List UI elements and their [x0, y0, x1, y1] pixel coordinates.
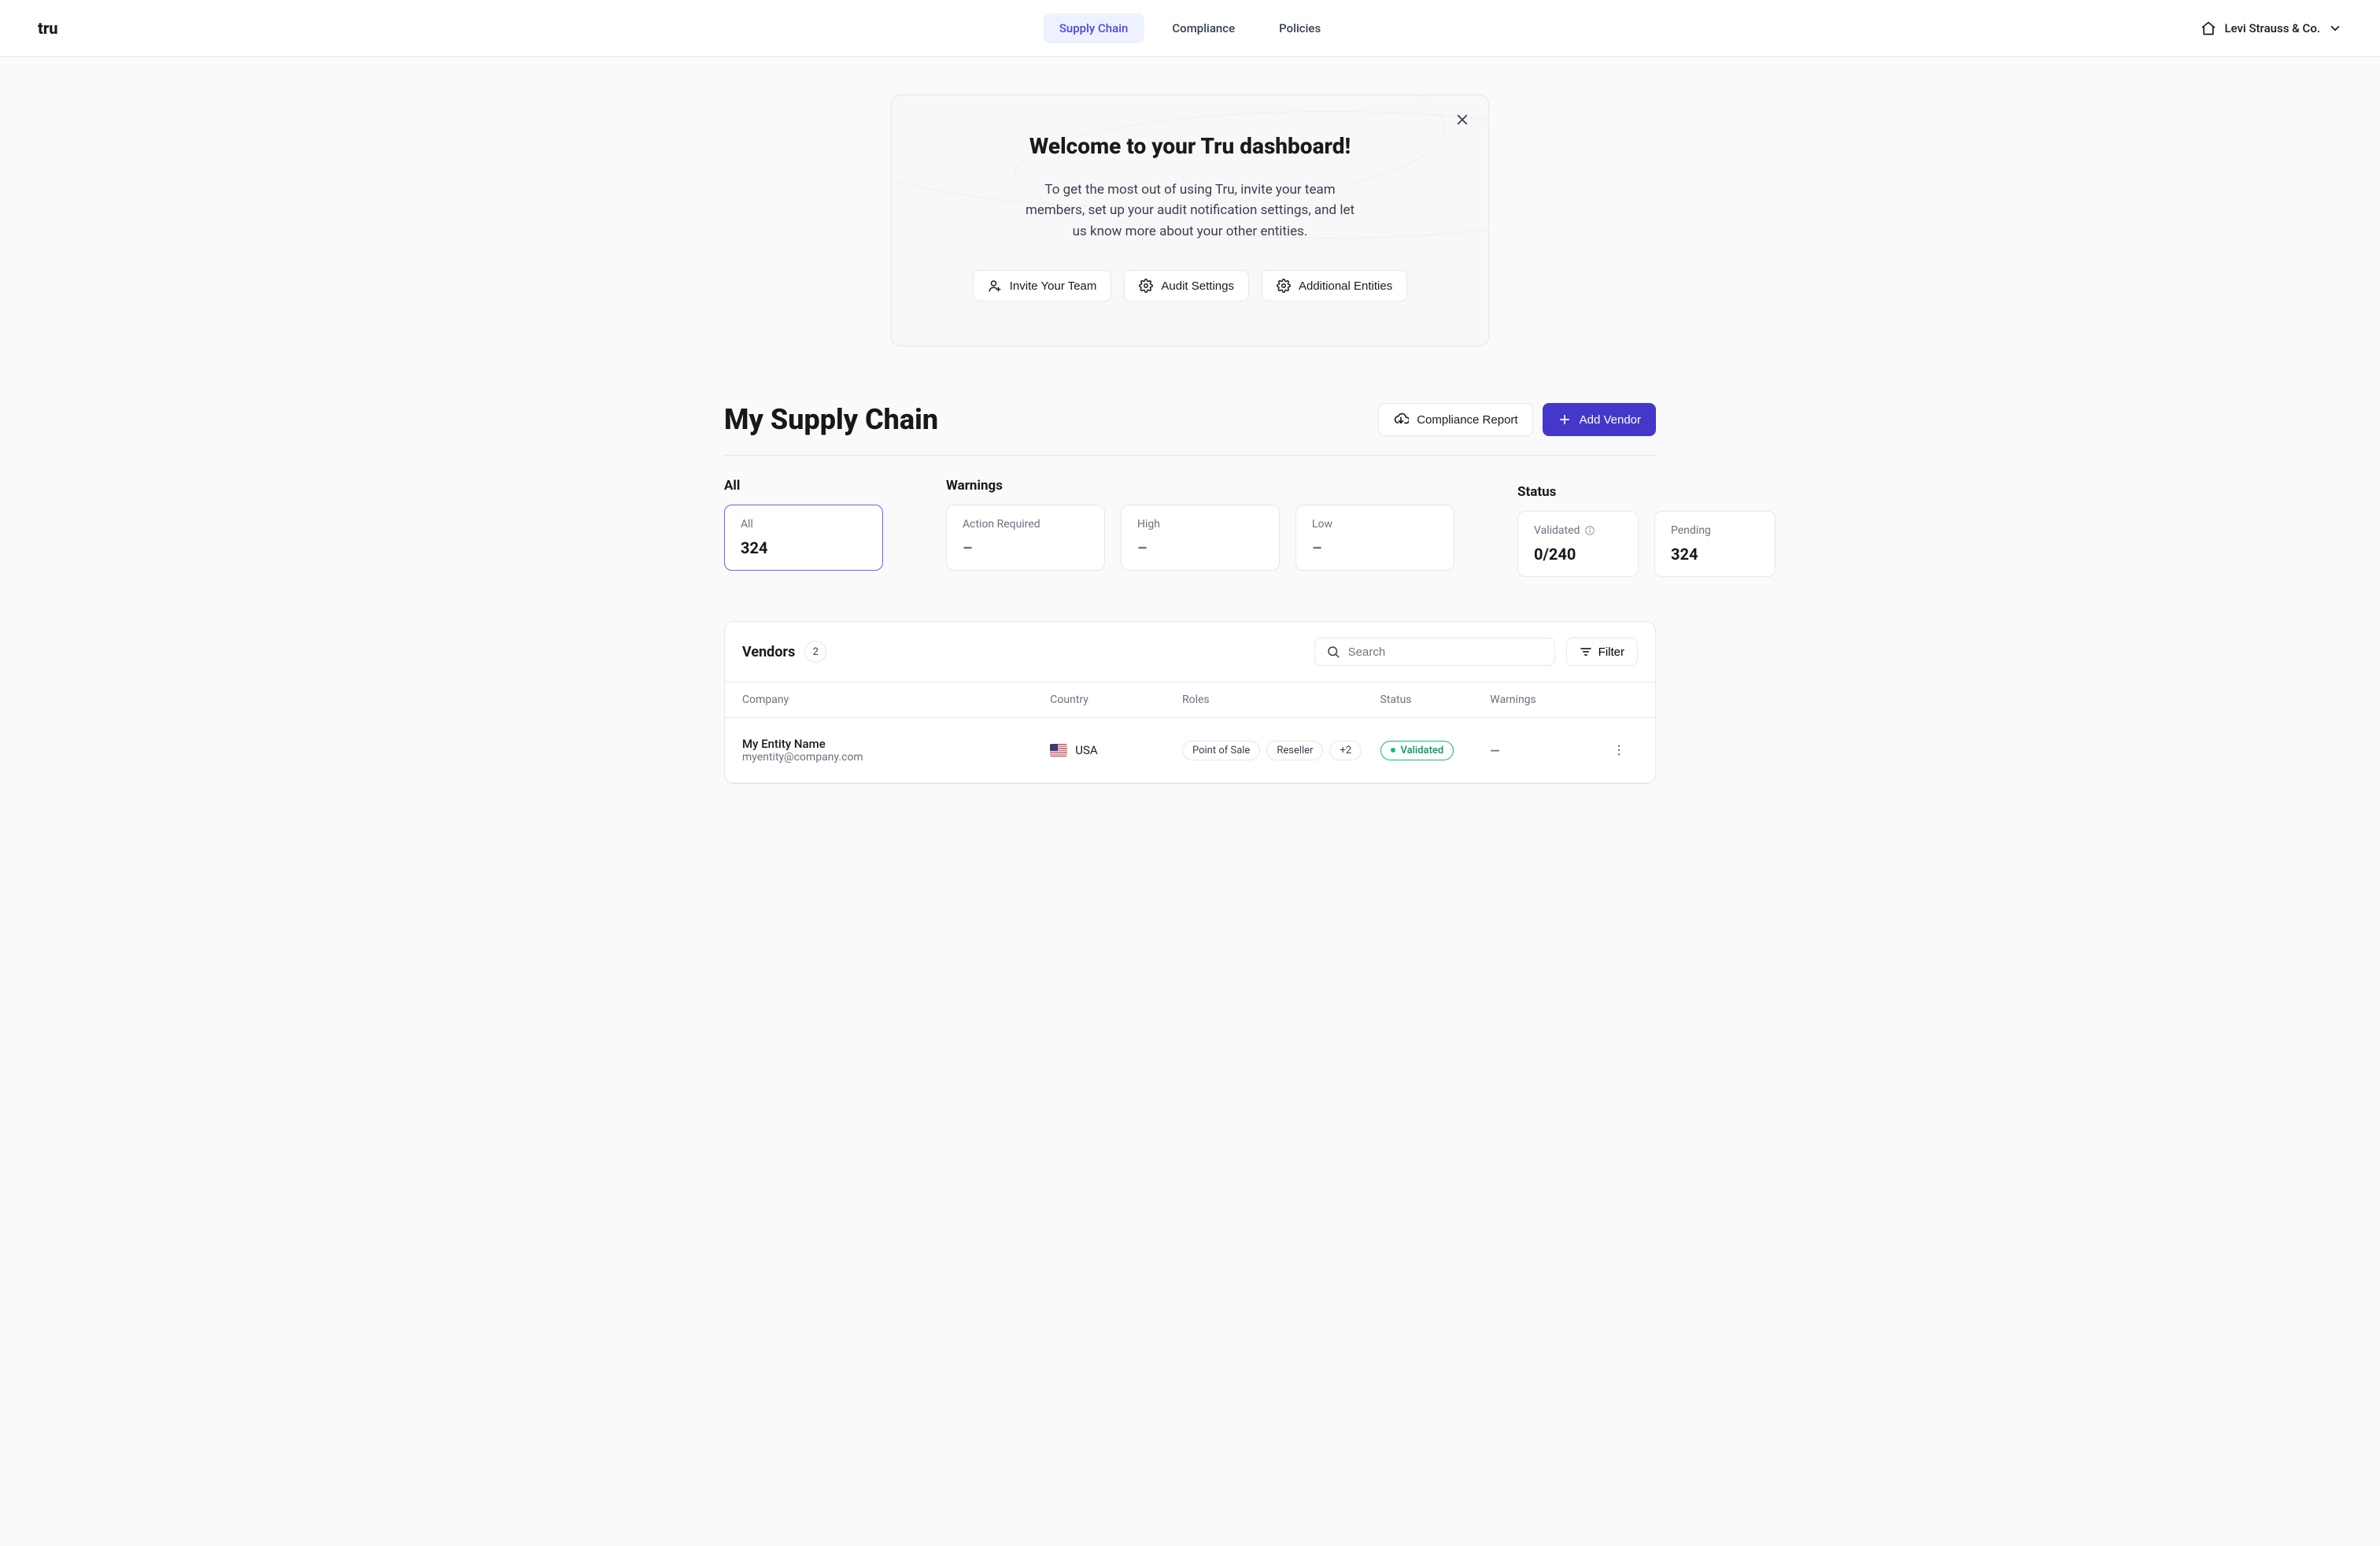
- page-title: My Supply Chain: [724, 403, 938, 436]
- stat-card-validated[interactable]: Validated 0/240: [1517, 511, 1639, 577]
- stat-low-label: Low: [1312, 518, 1438, 531]
- company-dropdown[interactable]: Levi Strauss & Co.: [2201, 20, 2342, 36]
- stat-card-pending[interactable]: Pending 324: [1654, 511, 1776, 577]
- info-icon: [1584, 525, 1595, 536]
- invite-team-label: Invite Your Team: [1010, 279, 1097, 293]
- row-company-email: myentity@company.com: [742, 751, 1050, 764]
- nav-supply-chain[interactable]: Supply Chain: [1044, 13, 1144, 43]
- gear-icon: [1277, 279, 1291, 293]
- stat-card-low[interactable]: Low –: [1295, 505, 1454, 571]
- audit-settings-button[interactable]: Audit Settings: [1124, 270, 1249, 301]
- company-name: Levi Strauss & Co.: [2224, 21, 2320, 35]
- country-cell: USA: [1050, 743, 1182, 757]
- welcome-title: Welcome to your Tru dashboard!: [955, 133, 1425, 159]
- flag-usa-icon: [1050, 744, 1067, 756]
- role-pill: Reseller: [1266, 741, 1323, 760]
- primary-nav: Supply Chain Compliance Policies: [1044, 13, 1336, 43]
- welcome-card: Welcome to your Tru dashboard! To get th…: [891, 94, 1489, 346]
- vendors-title: Vendors: [742, 644, 795, 660]
- stats-group-all-title: All: [724, 478, 883, 494]
- stat-action-required-value: –: [963, 538, 1088, 557]
- col-country: Country: [1050, 693, 1182, 706]
- stats-group-all: All All 324: [724, 478, 883, 577]
- home-icon: [2201, 20, 2216, 36]
- vendors-count-badge: 2: [804, 641, 826, 663]
- filter-label: Filter: [1598, 645, 1624, 659]
- header: tru Supply Chain Compliance Policies Lev…: [0, 0, 2380, 57]
- stat-all-label: All: [741, 518, 867, 531]
- stat-low-value: –: [1312, 538, 1438, 557]
- stat-card-high[interactable]: High –: [1121, 505, 1280, 571]
- audit-settings-label: Audit Settings: [1161, 279, 1234, 293]
- row-actions-menu[interactable]: [1600, 743, 1638, 757]
- table-head: Company Country Roles Status Warnings: [725, 682, 1655, 718]
- additional-entities-label: Additional Entities: [1299, 279, 1392, 293]
- cloud-download-icon: [1393, 412, 1409, 427]
- stat-validated-label: Validated: [1534, 524, 1580, 537]
- search-input-wrap[interactable]: [1314, 638, 1555, 666]
- user-plus-icon: [988, 279, 1002, 293]
- add-vendor-button[interactable]: Add Vendor: [1543, 403, 1656, 436]
- plus-icon: [1558, 412, 1572, 427]
- dot-icon: [1391, 748, 1395, 753]
- col-roles: Roles: [1182, 693, 1380, 706]
- stats-group-status: Status Validated 0/240 Pending 324: [1517, 478, 1776, 577]
- stat-card-action-required[interactable]: Action Required –: [946, 505, 1105, 571]
- row-country: USA: [1075, 743, 1097, 757]
- stat-action-required-label: Action Required: [963, 518, 1088, 531]
- stat-high-label: High: [1137, 518, 1263, 531]
- stat-validated-label-wrap: Validated: [1534, 524, 1622, 537]
- search-icon: [1326, 645, 1340, 659]
- stat-card-all[interactable]: All 324: [724, 505, 883, 571]
- col-company: Company: [742, 693, 1050, 706]
- chevron-down-icon: [2328, 21, 2342, 35]
- col-actions: [1600, 693, 1638, 706]
- add-vendor-label: Add Vendor: [1580, 413, 1641, 427]
- row-status: Validated: [1401, 745, 1444, 756]
- col-status: Status: [1380, 693, 1491, 706]
- compliance-report-button[interactable]: Compliance Report: [1378, 403, 1532, 436]
- vendors-tools: Filter: [1314, 638, 1638, 666]
- table-row[interactable]: My Entity Name myentity@company.com USA …: [725, 718, 1655, 783]
- invite-team-button[interactable]: Invite Your Team: [973, 270, 1112, 301]
- close-icon[interactable]: [1455, 113, 1469, 130]
- logo[interactable]: tru: [38, 19, 58, 38]
- stat-pending-value: 324: [1671, 545, 1759, 564]
- stats-group-warnings-title: Warnings: [946, 478, 1454, 494]
- role-pill-more[interactable]: +2: [1329, 741, 1362, 760]
- stat-high-value: –: [1137, 538, 1263, 557]
- vendors-title-wrap: Vendors 2: [742, 641, 826, 663]
- row-warnings: —: [1490, 743, 1600, 758]
- status-cell: Validated: [1380, 741, 1491, 760]
- compliance-report-label: Compliance Report: [1417, 413, 1517, 427]
- nav-policies[interactable]: Policies: [1263, 13, 1336, 43]
- row-company-name: My Entity Name: [742, 737, 1050, 751]
- vendors-header: Vendors 2 Filter: [725, 622, 1655, 682]
- filter-button[interactable]: Filter: [1566, 638, 1638, 666]
- welcome-actions: Invite Your Team Audit Settings Addition…: [955, 270, 1425, 301]
- stat-pending-label: Pending: [1671, 524, 1759, 537]
- search-input[interactable]: [1348, 645, 1543, 659]
- stat-validated-value: 0/240: [1534, 545, 1622, 564]
- additional-entities-button[interactable]: Additional Entities: [1262, 270, 1407, 301]
- page-actions: Compliance Report Add Vendor: [1378, 403, 1656, 436]
- role-pill: Point of Sale: [1182, 741, 1260, 760]
- stats-group-status-title: Status: [1517, 484, 1776, 500]
- roles-cell: Point of Sale Reseller +2: [1182, 741, 1380, 760]
- status-badge: Validated: [1380, 741, 1454, 760]
- welcome-body: To get the most out of using Tru, invite…: [1025, 179, 1355, 242]
- filter-icon: [1580, 645, 1592, 658]
- company-cell: My Entity Name myentity@company.com: [742, 737, 1050, 764]
- stats-group-warnings: Warnings Action Required – High – Low –: [946, 478, 1454, 577]
- stats-row: All All 324 Warnings Action Required –: [724, 478, 1656, 577]
- stat-all-value: 324: [741, 538, 867, 557]
- col-warnings: Warnings: [1490, 693, 1600, 706]
- page-header: My Supply Chain Compliance Report Add Ve…: [724, 403, 1656, 456]
- nav-compliance[interactable]: Compliance: [1156, 13, 1251, 43]
- vendors-card: Vendors 2 Filter: [724, 621, 1656, 784]
- gear-icon: [1139, 279, 1153, 293]
